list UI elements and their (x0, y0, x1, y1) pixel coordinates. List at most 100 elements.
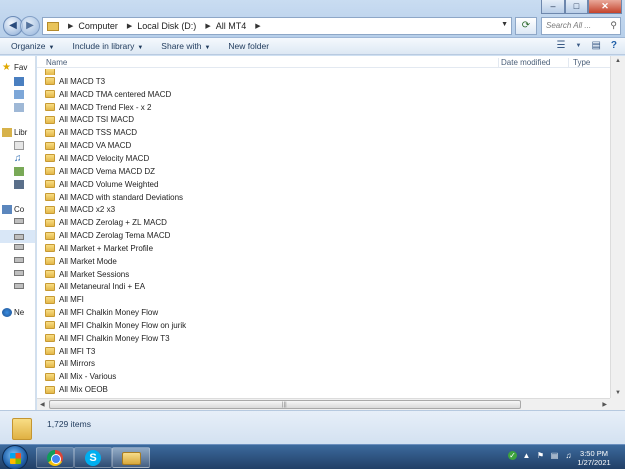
breadcrumb-arrow-icon[interactable]: ▶ (205, 22, 210, 30)
list-item[interactable]: All MFI T3 (37, 345, 610, 358)
network-icon[interactable]: ▤ (550, 451, 559, 460)
list-item[interactable]: All MACD Volume Weighted (37, 178, 610, 191)
action-center-flag-icon[interactable]: ⚑ (536, 451, 545, 460)
list-item[interactable]: All MACD Trend Flex - x 2 (37, 101, 610, 114)
nav-drive-selected[interactable] (0, 230, 35, 243)
list-item[interactable]: All MACD Vema MACD DZ (37, 165, 610, 178)
nav-network[interactable]: Ne (2, 308, 24, 317)
refresh-button[interactable]: ⟳ (515, 17, 537, 35)
nav-favorite-item[interactable] (14, 77, 26, 86)
column-date-modified[interactable]: Date modified (498, 58, 550, 67)
nav-library-item[interactable] (14, 180, 26, 189)
list-item[interactable]: All MFI (37, 293, 610, 306)
new-folder-button[interactable]: New folder (228, 41, 269, 51)
list-item[interactable]: All Mix OEOB (37, 383, 610, 396)
vertical-scroll-track[interactable] (613, 70, 623, 390)
file-name: All MACD with standard Deviations (59, 192, 184, 202)
list-item[interactable]: All MACD VA MACD (37, 139, 610, 152)
file-rows: All MACD T3 All MACD TMA centered MACD All… (37, 69, 610, 396)
list-item[interactable]: All MACD x2 x3 (37, 203, 610, 216)
scroll-up-icon[interactable]: ▲ (615, 58, 621, 64)
computer-icon (2, 205, 12, 214)
documents-icon (14, 141, 24, 150)
security-shield-icon[interactable]: ✓ (508, 451, 517, 460)
list-item[interactable]: All MFI Chalkin Money Flow on jurik (37, 319, 610, 332)
drive-icon (14, 270, 24, 276)
list-item[interactable]: All MACD TSS MACD (37, 126, 610, 139)
scroll-right-icon[interactable]: ▶ (602, 401, 607, 408)
include-in-library-button[interactable]: Include in library ▼ (72, 41, 143, 51)
nav-computer[interactable]: Co (2, 205, 24, 214)
list-item[interactable]: All Market Sessions (37, 268, 610, 281)
nav-drive[interactable] (14, 270, 26, 276)
folder-icon (45, 115, 55, 124)
change-view-icon[interactable]: ☰ (557, 40, 566, 52)
nav-drive[interactable] (14, 257, 26, 263)
nav-favorites[interactable]: ★ Fav (2, 63, 27, 73)
share-with-button[interactable]: Share with ▼ (161, 41, 210, 51)
navigation-pane: ★ Fav Libr ♫ Co Ne (0, 56, 36, 410)
breadcrumb-computer[interactable]: Computer (78, 21, 118, 31)
breadcrumb-arrow-icon[interactable]: ▶ (127, 22, 132, 30)
list-item[interactable]: All MACD T3 (37, 75, 610, 88)
scroll-left-icon[interactable]: ◀ (40, 401, 45, 408)
nav-drive[interactable] (14, 244, 26, 250)
file-list: Name Date modified Type All MACD T3 All M… (37, 56, 610, 398)
breadcrumb-arrow-icon[interactable]: ▶ (255, 22, 260, 30)
nav-favorite-item[interactable] (14, 103, 26, 112)
close-button[interactable]: ✕ (588, 0, 622, 14)
vertical-scrollbar[interactable]: ▲ ▼ (610, 56, 625, 398)
nav-drive[interactable] (14, 283, 26, 289)
list-item[interactable]: All MACD TMA centered MACD (37, 88, 610, 101)
nav-libraries[interactable]: Libr (2, 128, 27, 137)
list-item[interactable]: All Mix - Various (37, 370, 610, 383)
taskbar: S ✓ ▲ ⚑ ▤ ♫ 3:50 PM 1/27/2021 (0, 444, 625, 469)
column-name[interactable]: Name (46, 58, 67, 67)
list-item[interactable]: All Mirrors (37, 358, 610, 371)
preview-pane-icon[interactable]: ▤ (591, 40, 600, 52)
breadcrumb-arrow-icon[interactable]: ▶ (68, 22, 73, 30)
nav-drive[interactable] (14, 218, 26, 224)
taskbar-skype[interactable]: S (74, 447, 112, 468)
folder-icon (45, 128, 55, 137)
list-item[interactable]: All MACD with standard Deviations (37, 191, 610, 204)
file-name: All MFI Chalkin Money Flow T3 (59, 333, 170, 343)
folder-icon (45, 282, 55, 291)
chevron-down-icon[interactable]: ▼ (501, 21, 508, 28)
help-icon[interactable]: ? (611, 40, 617, 52)
taskbar-chrome[interactable] (36, 447, 74, 468)
horizontal-scroll-thumb[interactable]: ||| (49, 400, 521, 409)
pictures-icon (14, 167, 24, 176)
minimize-button[interactable]: – (541, 0, 565, 14)
address-bar[interactable]: ▶ Computer ▶ Local Disk (D:) ▶ All MT4 ▶… (42, 17, 512, 35)
taskbar-explorer[interactable] (112, 447, 150, 468)
column-type[interactable]: Type (568, 58, 590, 67)
list-item[interactable]: All Market + Market Profile (37, 242, 610, 255)
start-button[interactable] (2, 445, 28, 469)
clock[interactable]: 3:50 PM 1/27/2021 (570, 449, 618, 467)
list-item[interactable]: All MACD Velocity MACD (37, 152, 610, 165)
organize-button[interactable]: Organize ▼ (11, 41, 54, 51)
maximize-button[interactable]: □ (565, 0, 588, 14)
show-hidden-icons-icon[interactable]: ▲ (522, 451, 531, 460)
scroll-down-icon[interactable]: ▼ (615, 390, 621, 396)
search-input[interactable]: Search All ... ⚲ (541, 17, 621, 35)
folder-icon (12, 418, 32, 440)
forward-button[interactable]: ▶ (20, 16, 40, 36)
list-item[interactable]: All MACD Zerolag + ZL MACD (37, 216, 610, 229)
list-item[interactable]: All MFI Chalkin Money Flow (37, 306, 610, 319)
breadcrumb-all-mt4[interactable]: All MT4 (216, 21, 247, 31)
horizontal-scrollbar[interactable]: ◀ ||| ▶ (37, 398, 610, 410)
list-item[interactable]: All MFI Chalkin Money Flow T3 (37, 332, 610, 345)
nav-library-item[interactable] (14, 141, 26, 150)
chevron-down-icon[interactable]: ▼ (575, 40, 581, 52)
list-item[interactable]: All Market Mode (37, 255, 610, 268)
list-item[interactable]: All MACD Zerolag Tema MACD (37, 229, 610, 242)
nav-library-item[interactable]: ♫ (14, 154, 26, 164)
breadcrumb-local-disk[interactable]: Local Disk (D:) (137, 21, 196, 31)
list-item[interactable]: All Metaneural Indi + EA (37, 281, 610, 294)
list-item[interactable]: All MACD TSI MACD (37, 114, 610, 127)
nav-library-item[interactable] (14, 167, 26, 176)
nav-favorite-item[interactable] (14, 90, 26, 99)
folder-icon (45, 180, 55, 189)
